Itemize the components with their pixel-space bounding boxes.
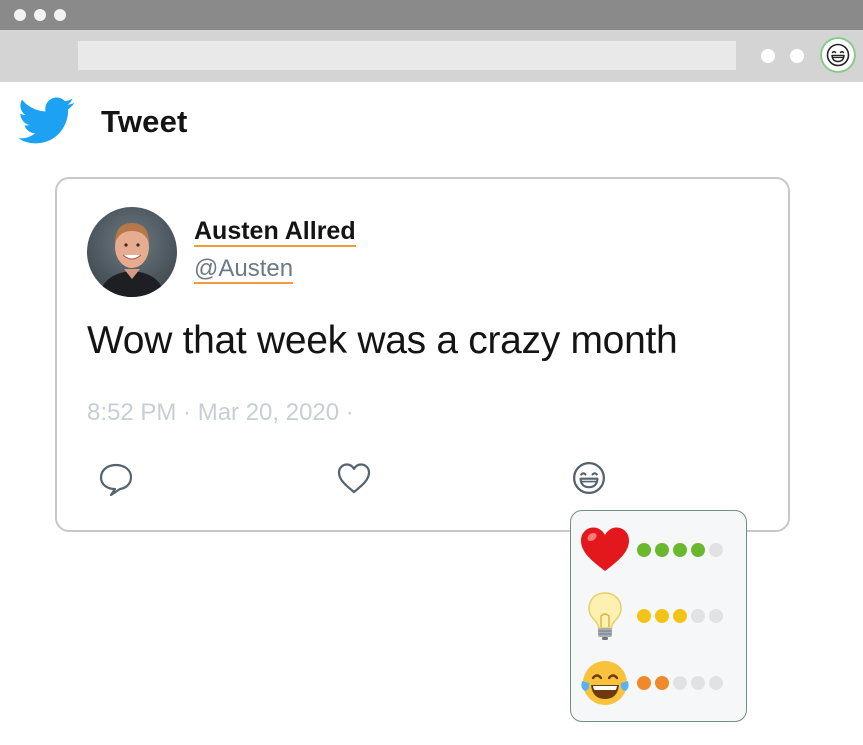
level-dot-filled bbox=[637, 543, 651, 557]
level-dot-filled bbox=[637, 676, 651, 690]
page-title: Tweet bbox=[101, 104, 188, 139]
level-dot-filled bbox=[655, 609, 669, 623]
reaction-popup bbox=[570, 510, 747, 722]
level-dot-empty bbox=[691, 609, 705, 623]
laughing-face-icon bbox=[826, 43, 850, 67]
address-bar[interactable] bbox=[78, 41, 736, 70]
lightbulb-icon bbox=[588, 592, 622, 640]
toolbar-button-1[interactable] bbox=[761, 49, 775, 63]
level-dot-empty bbox=[691, 676, 705, 690]
level-dot-empty bbox=[709, 676, 723, 690]
avatar-photo bbox=[87, 207, 177, 297]
avatar[interactable] bbox=[87, 207, 177, 297]
reaction-level-lightbulb bbox=[637, 609, 723, 623]
window-maximize-button[interactable] bbox=[54, 9, 66, 21]
tweet-card: Austen Allred @Austen Wow that week was … bbox=[55, 177, 790, 532]
heart-icon[interactable] bbox=[336, 461, 372, 497]
author-name[interactable]: Austen Allred bbox=[194, 217, 356, 247]
browser-toolbar bbox=[0, 30, 863, 82]
level-dot-empty bbox=[673, 676, 687, 690]
level-dot-filled bbox=[655, 543, 669, 557]
author-handle[interactable]: @Austen bbox=[194, 255, 294, 284]
level-dot-filled bbox=[691, 543, 705, 557]
window-minimize-button[interactable] bbox=[34, 9, 46, 21]
toolbar-button-2[interactable] bbox=[790, 49, 804, 63]
browser-titlebar bbox=[0, 0, 863, 30]
reaction-level-tears-of-joy bbox=[637, 676, 723, 690]
level-dot-filled bbox=[673, 609, 687, 623]
reaction-row-lightbulb[interactable] bbox=[579, 590, 739, 642]
level-dot-empty bbox=[709, 609, 723, 623]
level-dot-empty bbox=[709, 543, 723, 557]
laughing-face-icon[interactable] bbox=[572, 461, 606, 495]
extension-button[interactable] bbox=[820, 37, 856, 73]
reaction-row-heart[interactable] bbox=[579, 524, 739, 576]
tears-of-joy-icon bbox=[581, 661, 629, 705]
reaction-row-tears-of-joy[interactable] bbox=[579, 657, 739, 709]
level-dot-filled bbox=[655, 676, 669, 690]
red-heart-icon bbox=[581, 527, 629, 571]
level-dot-filled bbox=[673, 543, 687, 557]
tweet-text: Wow that week was a crazy month bbox=[87, 319, 678, 362]
tweet-timestamp[interactable]: 8:52 PM · Mar 20, 2020 · bbox=[87, 399, 354, 427]
twitter-bird-icon[interactable] bbox=[18, 96, 75, 146]
speech-bubble-icon[interactable] bbox=[98, 461, 134, 497]
reaction-level-heart bbox=[637, 543, 723, 557]
window-close-button[interactable] bbox=[14, 9, 26, 21]
level-dot-filled bbox=[637, 609, 651, 623]
